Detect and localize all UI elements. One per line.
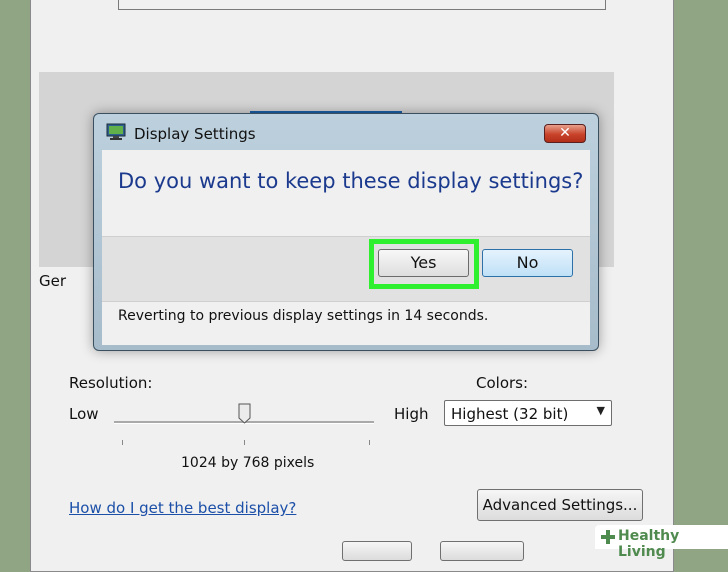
resolution-label: Resolution:	[69, 374, 153, 392]
display-monitor-icon	[106, 123, 126, 140]
dialog-button-bar: Yes No	[102, 236, 590, 302]
slider-tick	[122, 440, 123, 445]
dropdown-arrow-icon: ▼	[596, 404, 605, 417]
high-label: High	[394, 405, 429, 423]
colors-select[interactable]: Highest (32 bit) ▼	[444, 400, 612, 426]
colors-select-value: Highest (32 bit)	[451, 405, 569, 423]
yes-button[interactable]: Yes	[378, 249, 469, 277]
dialog-question: Do you want to keep these display settin…	[118, 169, 584, 193]
confirm-dialog: Display Settings ✕ Do you want to keep t…	[93, 113, 599, 351]
advanced-settings-button[interactable]: Advanced Settings...	[477, 489, 643, 521]
slider-tick	[244, 440, 245, 445]
revert-countdown-text: Reverting to previous display settings i…	[118, 308, 489, 324]
dialog-title: Display Settings	[134, 125, 256, 143]
close-icon: ✕	[559, 125, 571, 141]
dialog-body: Do you want to keep these display settin…	[102, 150, 590, 345]
close-button[interactable]: ✕	[544, 124, 586, 143]
cancel-button-partial[interactable]	[440, 541, 524, 561]
general-label-partial: Ger	[39, 272, 67, 290]
plus-cross-icon	[601, 530, 615, 544]
help-link[interactable]: How do I get the best display?	[69, 499, 296, 517]
slider-tick	[369, 440, 370, 445]
resolution-value: 1024 by 768 pixels	[181, 455, 315, 471]
top-panel-edge	[118, 0, 606, 10]
low-label: Low	[69, 405, 99, 423]
ok-button-partial[interactable]	[342, 541, 412, 561]
no-button[interactable]: No	[482, 249, 573, 277]
watermark: Healthy Living	[595, 525, 728, 560]
watermark-text: Healthy Living	[618, 528, 680, 560]
colors-label: Colors:	[476, 374, 529, 392]
resolution-slider-thumb[interactable]	[238, 403, 251, 424]
